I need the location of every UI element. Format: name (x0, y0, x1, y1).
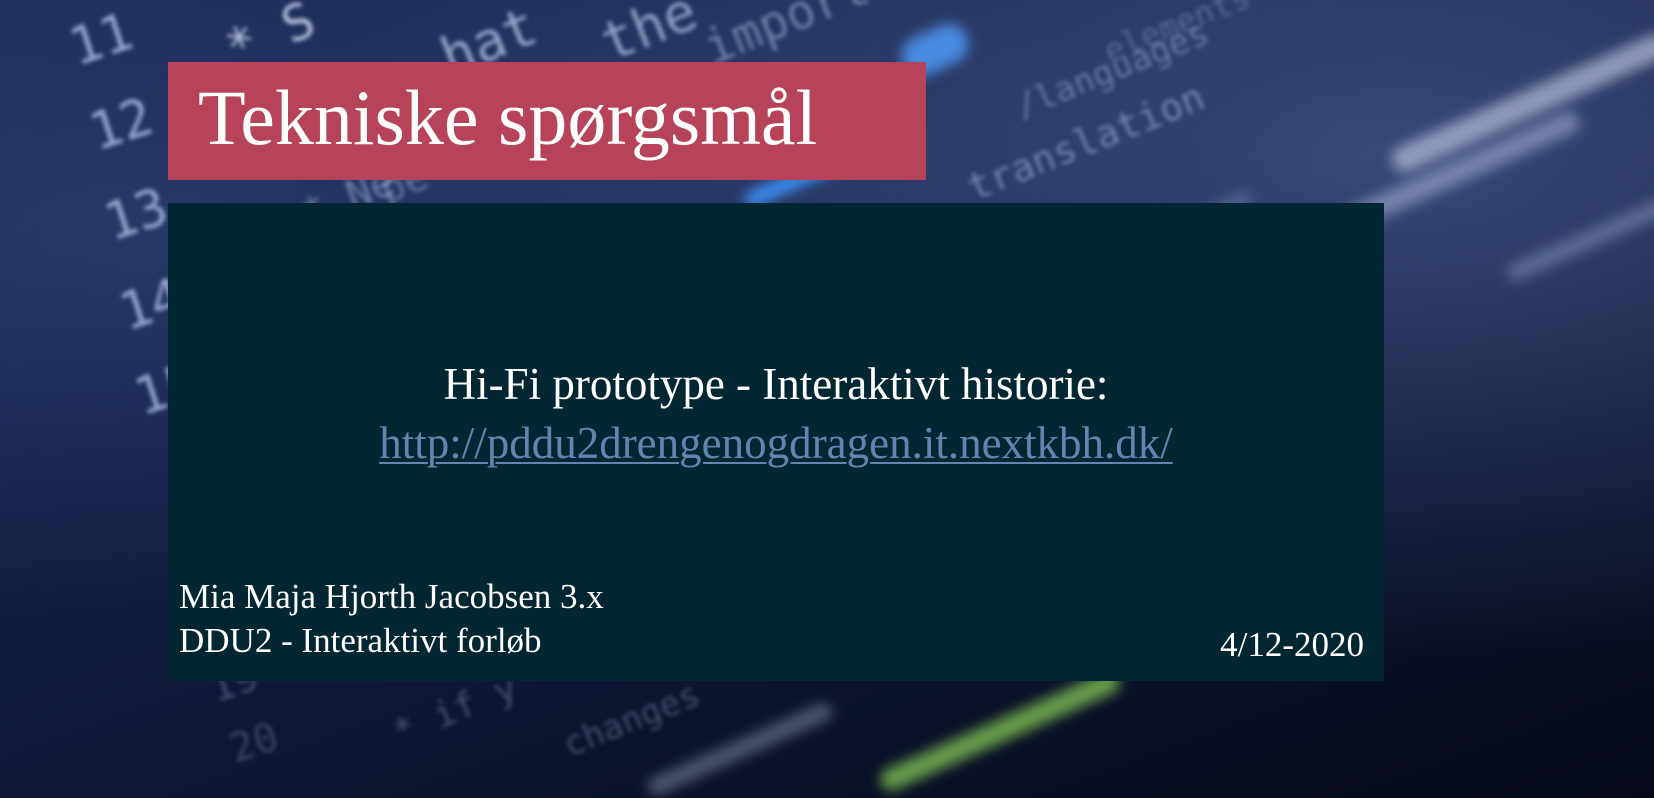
subtitle-block: Hi-Fi prototype - Interaktivt historie: … (168, 355, 1384, 472)
content-panel: Hi-Fi prototype - Interaktivt historie: … (168, 203, 1384, 681)
author-name: Mia Maja Hjorth Jacobsen 3.x (179, 577, 604, 616)
prototype-link[interactable]: http://pddu2drengenogdragen.it.nextkbh.d… (168, 414, 1384, 473)
course-name: DDU2 - Interaktivt forløb (179, 621, 542, 660)
presentation-slide: 11 12 13 14 15 19 20 * S hat the import … (0, 0, 1654, 798)
slide-date: 4/12-2020 (1220, 625, 1364, 664)
slide-title: Tekniske spørgsmål (198, 74, 818, 161)
title-banner: Tekniske spørgsmål (168, 62, 926, 180)
author-block: Mia Maja Hjorth Jacobsen 3.x DDU2 - Inte… (179, 575, 604, 663)
prototype-heading: Hi-Fi prototype - Interaktivt historie: (443, 359, 1109, 409)
